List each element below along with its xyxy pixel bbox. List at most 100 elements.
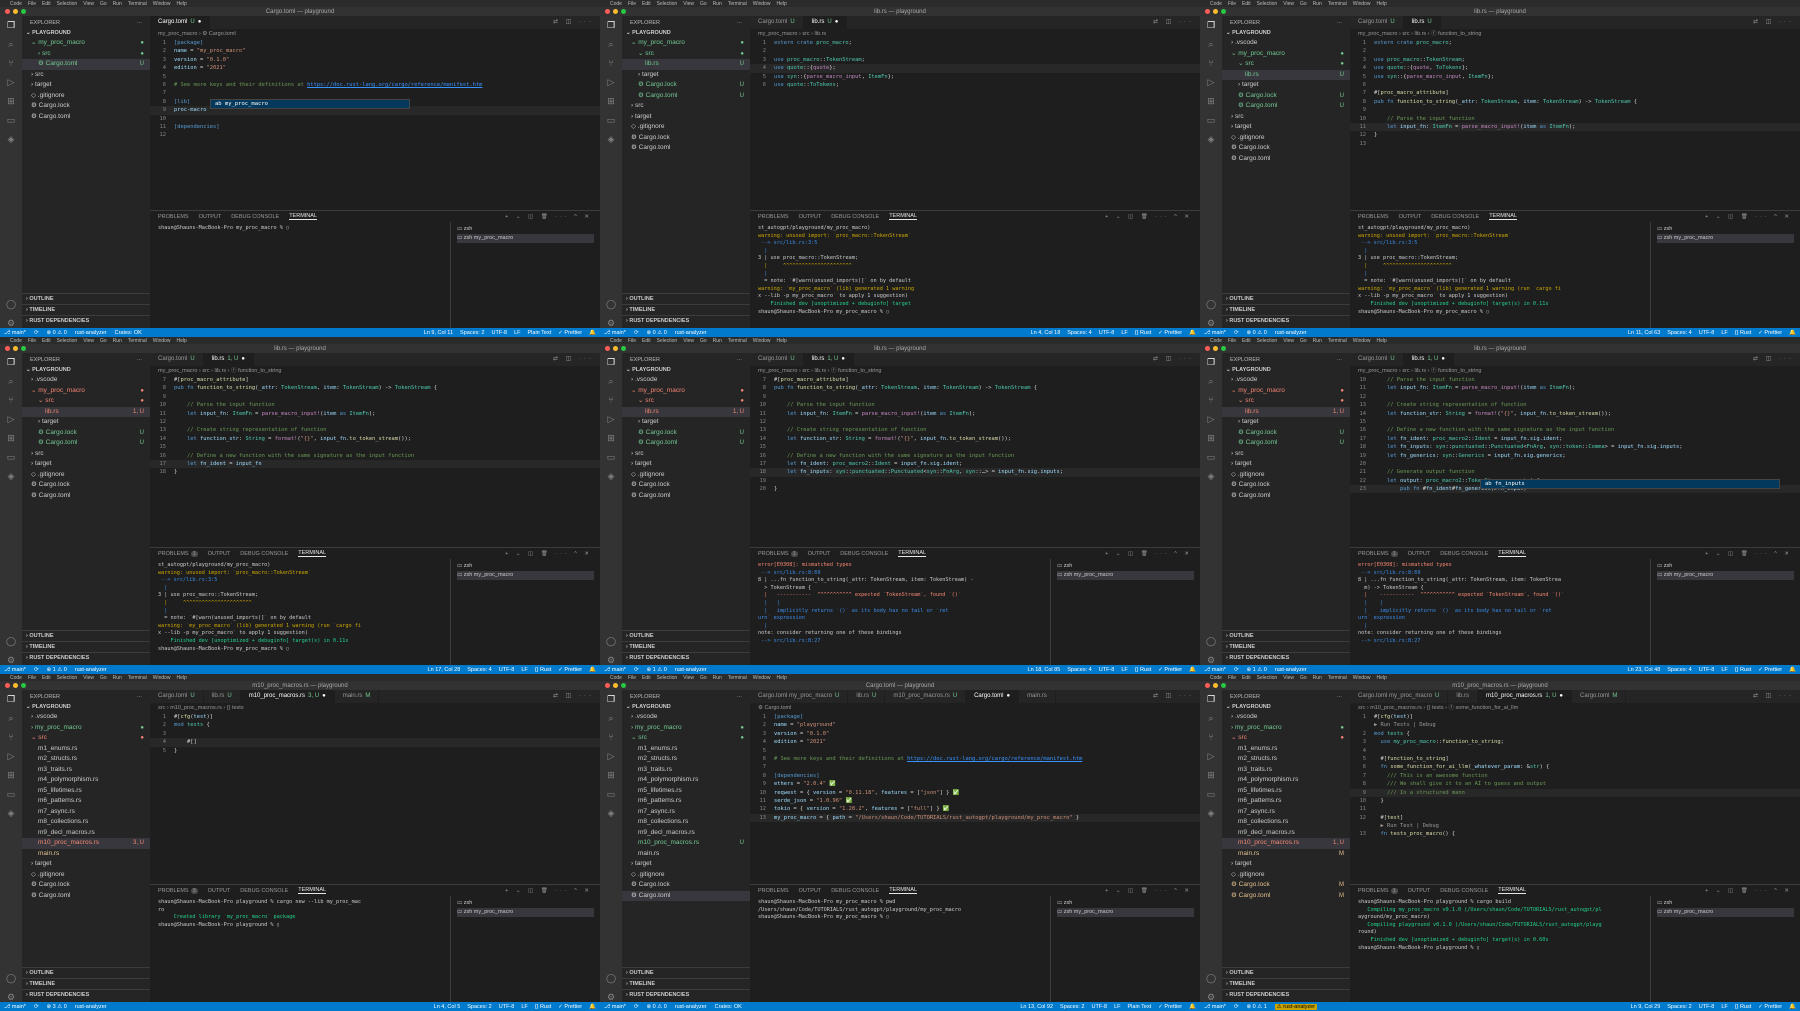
- terminal-output[interactable]: error[E0308]: mismatched types --> src/l…: [750, 559, 1050, 665]
- file-tree-item[interactable]: ⌄ src ●: [22, 733, 150, 744]
- panel-tab-terminal[interactable]: TERMINAL: [1498, 550, 1527, 557]
- account-icon[interactable]: ◯: [1206, 299, 1216, 309]
- menu-file[interactable]: File: [1228, 675, 1236, 681]
- file-tree-item[interactable]: ⚙ Cargo.toml: [22, 891, 150, 902]
- panel-tab-problems[interactable]: PROBLEMS: [758, 888, 789, 894]
- panel-tab-problems[interactable]: PROBLEMS 1: [158, 550, 198, 557]
- run-debug-icon[interactable]: ▷: [606, 414, 616, 424]
- menu-help[interactable]: Help: [777, 1, 787, 7]
- panel-tab-terminal[interactable]: TERMINAL: [289, 213, 317, 220]
- zoom-window-button[interactable]: [621, 683, 626, 688]
- menu-selection[interactable]: Selection: [657, 675, 678, 681]
- terminal-instance[interactable]: ▭ zsh my_proc_macro: [1057, 908, 1194, 917]
- panel-actions[interactable]: + ⌄ ◫ 🗑 ··· ^ ✕: [1105, 214, 1200, 220]
- menu-edit[interactable]: Edit: [642, 1, 651, 7]
- menu-window[interactable]: Window: [753, 338, 771, 344]
- status-item[interactable]: Ln 11, Col 63: [1628, 330, 1660, 336]
- source-control-icon[interactable]: ⑂: [6, 58, 16, 68]
- docker-icon[interactable]: ◈: [606, 808, 616, 818]
- file-tree-item[interactable]: ⌄ src ●: [622, 396, 750, 407]
- terminal-instance[interactable]: ▭ zsh my_proc_macro: [1657, 234, 1794, 243]
- file-tree-item[interactable]: › src: [622, 101, 750, 112]
- status-item[interactable]: UTF-8: [499, 667, 515, 673]
- menu-run[interactable]: Run: [113, 675, 122, 681]
- file-tree-item[interactable]: › src: [1222, 449, 1350, 460]
- docker-icon[interactable]: ◈: [6, 471, 16, 481]
- unsaved-dot-icon[interactable]: ●: [198, 19, 202, 25]
- run-debug-icon[interactable]: ▷: [6, 751, 16, 761]
- docker-icon[interactable]: ◈: [1206, 808, 1216, 818]
- run-debug-icon[interactable]: ▷: [6, 414, 16, 424]
- window-controls[interactable]: [5, 9, 26, 14]
- terminal-output[interactable]: error[E0308]: mismatched types --> src/l…: [1350, 559, 1650, 665]
- file-tree-item[interactable]: m4_polymorphism.rs: [1222, 775, 1350, 786]
- minimize-window-button[interactable]: [1213, 9, 1218, 14]
- menu-selection[interactable]: Selection: [657, 1, 678, 7]
- settings-gear-icon[interactable]: ⚙: [606, 655, 616, 665]
- status-item[interactable]: 🔔: [1789, 330, 1796, 336]
- file-tree-item[interactable]: ◇ .gitignore: [22, 91, 150, 102]
- file-tree-item[interactable]: m1_enums.rs: [622, 744, 750, 755]
- file-tree-item[interactable]: m2_structs.rs: [622, 754, 750, 765]
- files-icon[interactable]: ❐: [6, 20, 16, 30]
- menu-code[interactable]: Code: [10, 675, 22, 681]
- file-tree-item[interactable]: ◇ .gitignore: [1222, 470, 1350, 481]
- remote-explorer-icon[interactable]: ▭: [6, 452, 16, 462]
- file-tree-item[interactable]: ◇ .gitignore: [622, 870, 750, 881]
- file-tree-item[interactable]: m10_proc_macros.rs 1, U: [1222, 838, 1350, 849]
- editor-actions[interactable]: ⇄ ◫ ···: [1153, 353, 1200, 366]
- file-tree-item[interactable]: m6_patterns.rs: [622, 796, 750, 807]
- panel-tab-debug-console[interactable]: DEBUG CONSOLE: [831, 214, 879, 220]
- file-tree-item[interactable]: ◇ .gitignore: [22, 470, 150, 481]
- files-icon[interactable]: ❐: [606, 20, 616, 30]
- zoom-window-button[interactable]: [1221, 9, 1226, 14]
- file-tree-item[interactable]: ⌄ src ●: [1222, 733, 1350, 744]
- menu-view[interactable]: View: [1283, 338, 1294, 344]
- file-tree-item[interactable]: ⌄ src ●: [622, 733, 750, 744]
- more-actions-icon[interactable]: ···: [1337, 357, 1343, 363]
- status-item[interactable]: ⎇ main*: [1204, 667, 1226, 673]
- file-tree-item[interactable]: ⚙ Cargo.lock: [622, 880, 750, 891]
- menu-help[interactable]: Help: [177, 675, 187, 681]
- file-tree-item[interactable]: m7_async.rs: [22, 807, 150, 818]
- sidebar-section-timeline[interactable]: › TIMELINE: [22, 978, 150, 989]
- status-item[interactable]: ⟳: [634, 330, 639, 336]
- editor-actions[interactable]: ⇄ ◫ ···: [1153, 690, 1200, 703]
- run-debug-icon[interactable]: ▷: [1206, 77, 1216, 87]
- file-tree-item[interactable]: ⚙ Cargo.toml U: [622, 91, 750, 102]
- status-item[interactable]: 🔔: [1789, 1004, 1796, 1010]
- search-icon[interactable]: ⌕: [1206, 713, 1216, 723]
- menu-selection[interactable]: Selection: [657, 338, 678, 344]
- status-item[interactable]: rust-analyzer: [75, 1004, 107, 1010]
- zoom-window-button[interactable]: [1221, 346, 1226, 351]
- file-tree-item[interactable]: › target: [1222, 859, 1350, 870]
- menu-edit[interactable]: Edit: [642, 338, 651, 344]
- settings-gear-icon[interactable]: ⚙: [1206, 655, 1216, 665]
- status-item[interactable]: Ln 23, Col 48: [1628, 667, 1661, 673]
- status-item[interactable]: LF: [1121, 667, 1127, 673]
- search-icon[interactable]: ⌕: [6, 713, 16, 723]
- menu-go[interactable]: Go: [100, 675, 107, 681]
- extensions-icon[interactable]: ⊞: [6, 96, 16, 106]
- menu-run[interactable]: Run: [113, 338, 122, 344]
- panel-tab-debug-console[interactable]: DEBUG CONSOLE: [1440, 551, 1488, 557]
- status-item[interactable]: ⟳: [634, 667, 639, 673]
- file-tree-item[interactable]: ⚙ Cargo.lock: [622, 133, 750, 144]
- settings-gear-icon[interactable]: ⚙: [606, 318, 616, 328]
- status-item[interactable]: Spaces: 4: [1067, 667, 1091, 673]
- file-tree-item[interactable]: ⌄ src ●: [622, 49, 750, 60]
- panel-tab-terminal[interactable]: TERMINAL: [298, 887, 327, 894]
- remote-explorer-icon[interactable]: ▭: [1206, 115, 1216, 125]
- file-tree-item[interactable]: m9_decl_macros.rs: [1222, 828, 1350, 839]
- file-tree-item[interactable]: ⚙ Cargo.lock U: [622, 80, 750, 91]
- docker-icon[interactable]: ◈: [1206, 134, 1216, 144]
- close-window-button[interactable]: [605, 346, 610, 351]
- extensions-icon[interactable]: ⊞: [606, 433, 616, 443]
- file-tree-item[interactable]: ⚙ Cargo.lock: [22, 880, 150, 891]
- file-tree-item[interactable]: main.rs: [622, 849, 750, 860]
- status-item[interactable]: Plain Text: [1128, 1004, 1152, 1010]
- file-tree-item[interactable]: m1_enums.rs: [1222, 744, 1350, 755]
- run-debug-icon[interactable]: ▷: [606, 751, 616, 761]
- panel-tab-output[interactable]: OUTPUT: [208, 888, 231, 894]
- sidebar-section-rust-dependencies[interactable]: › RUST DEPENDENCIES: [22, 652, 150, 663]
